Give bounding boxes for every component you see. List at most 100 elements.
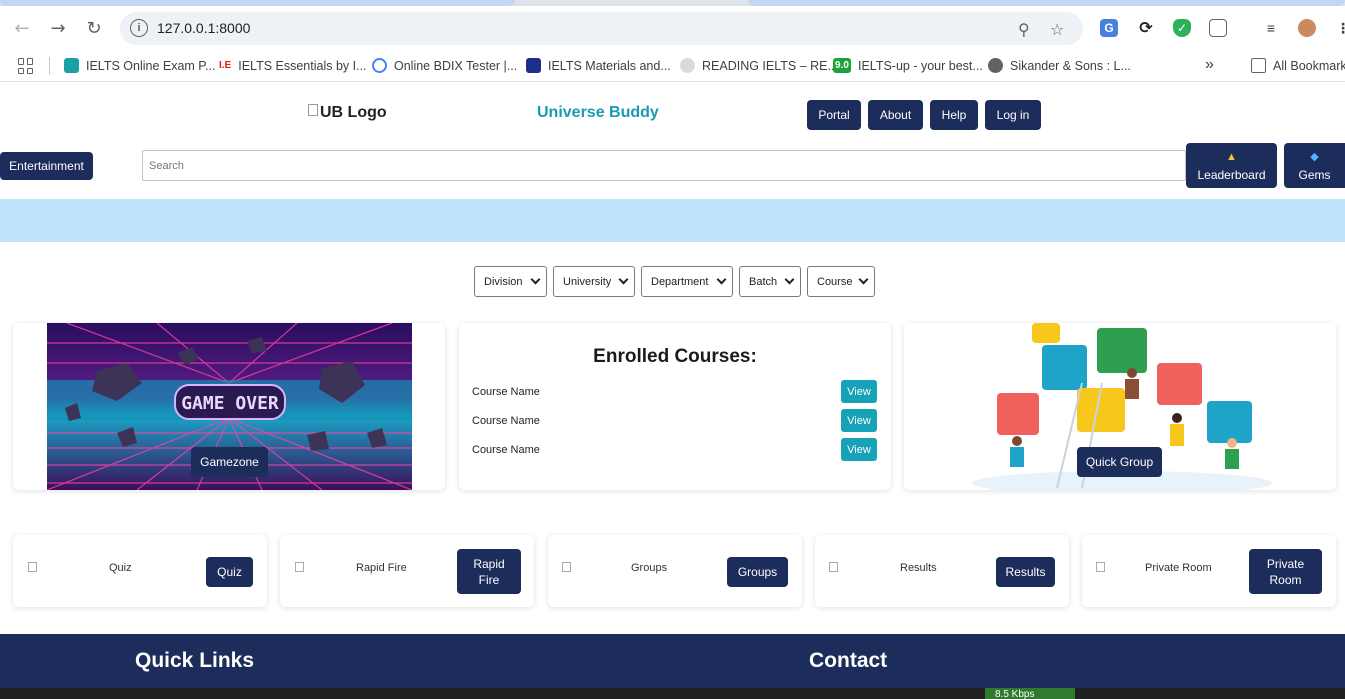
broken-image-icon <box>1096 562 1105 572</box>
image-alt-text: Groups <box>631 562 668 574</box>
division-select[interactable]: Division <box>474 266 547 297</box>
quiz-button[interactable]: Quiz <box>206 557 253 587</box>
reading-ielts-icon <box>680 58 695 73</box>
broken-image-icon <box>28 562 37 572</box>
broken-image-icon <box>562 562 571 572</box>
bookmark-label: IELTS-up - your best... <box>858 58 983 73</box>
all-bookmarks-label: All Bookmark <box>1273 58 1345 73</box>
google-icon <box>372 58 387 73</box>
browser-menu-icon[interactable]: ⋮ <box>1334 19 1345 37</box>
url-text[interactable]: 127.0.0.1:8000 <box>157 20 250 36</box>
profile-avatar-icon[interactable] <box>1298 19 1316 37</box>
globe-icon <box>988 58 1003 73</box>
portal-button[interactable]: Portal <box>807 100 861 130</box>
private-room-button[interactable]: Private Room <box>1249 549 1322 594</box>
bookmark-item[interactable]: Online BDIX Tester |... <box>372 58 517 73</box>
browser-toolbar: ← → ↻ i 127.0.0.1:8000 ⚲ ☆ G ⟳ ✓ ≡ ⋮ <box>0 6 1345 50</box>
reload-icon[interactable]: ↻ <box>84 18 104 39</box>
chevron-down-icon <box>716 274 727 285</box>
bookmark-divider <box>49 57 50 75</box>
bookmark-label: READING IELTS – RE... <box>702 58 838 73</box>
ielts-essentials-icon: I.E <box>219 60 232 71</box>
bookmark-label: Online BDIX Tester |... <box>394 58 518 73</box>
more-bookmarks-chevron-icon[interactable]: » <box>1205 56 1214 74</box>
select-value: Course <box>817 275 853 288</box>
entertainment-button[interactable]: Entertainment <box>0 152 93 180</box>
os-taskbar <box>0 688 1345 699</box>
bookmark-item[interactable]: READING IELTS – RE... <box>680 58 838 73</box>
shield-extension-icon[interactable]: ✓ <box>1173 19 1191 37</box>
back-icon[interactable]: ← <box>12 18 32 39</box>
broken-image-icon <box>295 562 304 572</box>
course-select[interactable]: Course <box>807 266 875 297</box>
quick-links-heading: Quick Links <box>135 649 255 672</box>
logo-alt-text: UB Logo <box>320 104 387 121</box>
login-button[interactable]: Log in <box>985 100 1041 130</box>
rapid-fire-button[interactable]: Rapid Fire <box>457 549 521 594</box>
network-speed-indicator: 8.5 Kbps <box>985 688 1075 699</box>
groups-image: Groups <box>562 562 667 574</box>
bookmark-label: Sikander & Sons : L... <box>1010 58 1131 73</box>
translate-extension-icon[interactable]: G <box>1100 19 1118 37</box>
image-alt-text: Quiz <box>109 562 132 574</box>
view-course-button[interactable]: View <box>841 409 877 432</box>
leaderboard-label: Leaderboard <box>1197 167 1266 182</box>
site-footer: Quick Links Contact <box>0 634 1345 688</box>
select-value: Division <box>484 275 523 288</box>
view-course-button[interactable]: View <box>841 438 877 461</box>
apps-grid-icon[interactable] <box>18 58 34 74</box>
course-name: Course Name <box>472 415 540 427</box>
select-value: University <box>563 275 612 288</box>
course-name: Course Name <box>472 386 540 398</box>
leaderboard-icon: ▲ <box>1226 150 1237 163</box>
brand-name[interactable]: Universe Buddy <box>537 104 659 122</box>
gem-icon: ◆ <box>1310 150 1319 163</box>
game-over-text: GAME OVER <box>181 393 279 414</box>
about-button[interactable]: About <box>868 100 923 130</box>
gems-label: Gems <box>1298 167 1331 182</box>
leaderboard-button[interactable]: ▲ Leaderboard <box>1186 143 1277 188</box>
select-value: Batch <box>749 275 778 288</box>
results-button[interactable]: Results <box>996 557 1055 587</box>
reading-list-icon[interactable]: ≡ <box>1262 19 1280 37</box>
chevron-down-icon <box>858 274 869 285</box>
forward-icon[interactable]: → <box>48 18 68 39</box>
help-button[interactable]: Help <box>930 100 978 130</box>
ielts-online-icon <box>64 58 79 73</box>
all-bookmarks[interactable]: All Bookmark <box>1251 58 1345 73</box>
bookmark-item[interactable]: I.E IELTS Essentials by I... <box>219 58 367 73</box>
sync-extension-icon[interactable]: ⟳ <box>1137 19 1155 37</box>
department-select[interactable]: Department <box>641 266 733 297</box>
bookmark-item[interactable]: 9.0 IELTS-up - your best... <box>833 58 983 73</box>
batch-select[interactable]: Batch <box>739 266 801 297</box>
search-input[interactable] <box>142 150 1186 181</box>
zoom-icon[interactable]: ⚲ <box>1018 20 1030 39</box>
groups-button[interactable]: Groups <box>727 557 788 587</box>
ielts-materials-icon <box>526 58 541 73</box>
site-logo[interactable]: UB Logo <box>308 104 387 122</box>
ielts-up-icon: 9.0 <box>833 58 851 73</box>
bookmark-label: IELTS Online Exam P... <box>86 58 216 73</box>
bookmark-item[interactable]: IELTS Materials and... <box>526 58 671 73</box>
results-image: Results <box>829 562 937 574</box>
quick-group-button[interactable]: Quick Group <box>1077 447 1162 477</box>
gems-button[interactable]: ◆ Gems <box>1284 143 1345 188</box>
image-alt-text: Results <box>900 562 937 574</box>
image-alt-text: Rapid Fire <box>356 562 407 574</box>
gamezone-button[interactable]: Gamezone <box>191 447 268 477</box>
broken-image-icon <box>829 562 838 572</box>
bookmark-star-icon[interactable]: ☆ <box>1050 20 1064 39</box>
quiz-image: Quiz <box>28 562 132 574</box>
extensions-puzzle-icon[interactable] <box>1209 19 1227 37</box>
rapid-fire-image: Rapid Fire <box>295 562 407 574</box>
bookmark-item[interactable]: IELTS Online Exam P... <box>64 58 215 73</box>
view-course-button[interactable]: View <box>841 380 877 403</box>
folder-icon <box>1251 58 1266 73</box>
select-value: Department <box>651 275 709 288</box>
site-info-icon[interactable]: i <box>130 19 148 37</box>
address-bar[interactable]: i 127.0.0.1:8000 ⚲ ☆ <box>120 12 1083 45</box>
contact-heading: Contact <box>809 649 888 672</box>
image-alt-text: Private Room <box>1145 562 1212 574</box>
university-select[interactable]: University <box>553 266 635 297</box>
bookmark-item[interactable]: Sikander & Sons : L... <box>988 58 1131 73</box>
